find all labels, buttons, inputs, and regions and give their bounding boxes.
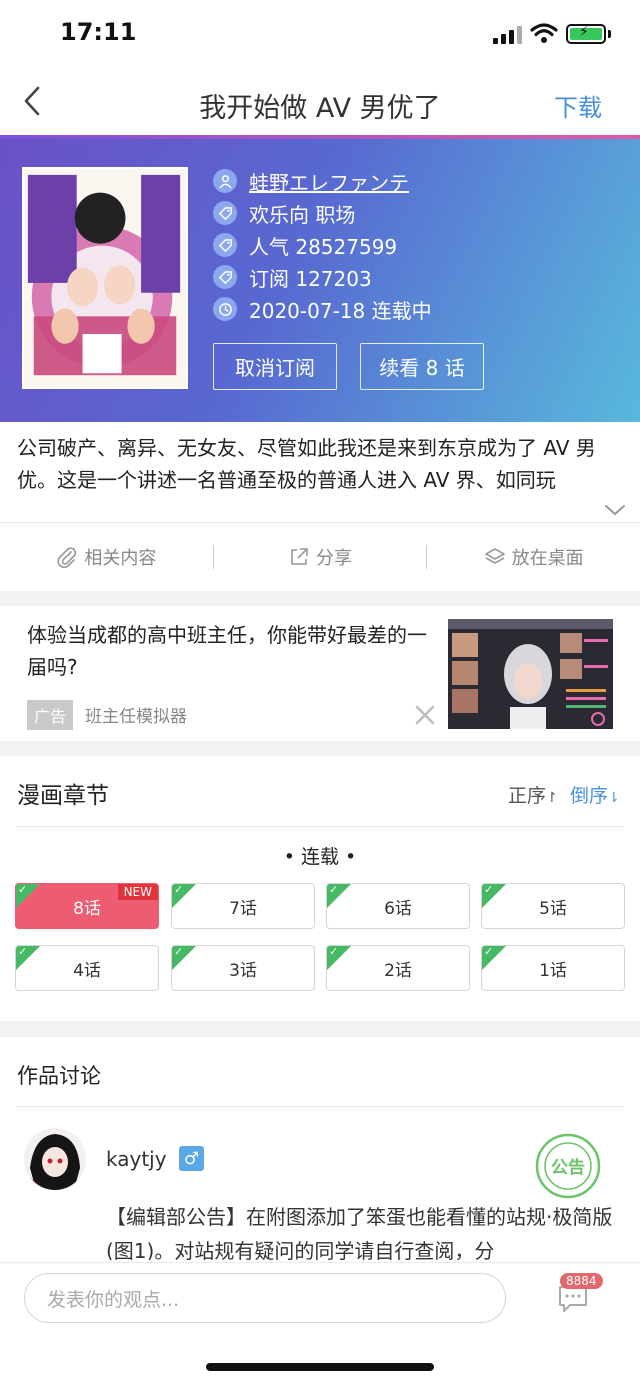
comment-input[interactable]: 发表你的观点... [24, 1273, 506, 1323]
section-gap [0, 1021, 640, 1037]
chapter-button[interactable]: 5话 [481, 883, 625, 929]
paperclip-icon [57, 547, 77, 568]
male-icon: ♂ [179, 1146, 204, 1171]
divider [16, 1106, 624, 1107]
serial-status: • 连载 • [283, 846, 357, 868]
svg-text:公告: 公告 [551, 1157, 585, 1178]
continue-reading-button[interactable]: 续看 8 话 [360, 343, 484, 390]
update-text: 2020-07-18 连载中 [249, 298, 432, 323]
desktop-label: 放在桌面 [511, 548, 584, 569]
subscriptions-row: 订阅 127203 [213, 262, 372, 292]
section-gap [0, 741, 640, 756]
chapter-button[interactable]: 1话 [481, 945, 625, 991]
comment-text[interactable]: 【编辑部公告】在附图添加了笨蛋也能看懂的站规·极简版 (图1)。对站规有疑问的同… [106, 1200, 616, 1260]
chevron-down-icon[interactable] [604, 503, 626, 517]
tag-icon [213, 265, 237, 289]
battery-tip [608, 30, 611, 38]
home-indicator [206, 1363, 434, 1371]
read-check-icon [482, 946, 506, 970]
ad-headline[interactable]: 体验当成都的高中班主任，你能带好最差的一届吗? [27, 619, 427, 683]
signal-icon [493, 26, 523, 44]
read-check-icon [482, 884, 506, 908]
related-label: 相关内容 [84, 548, 157, 569]
share-icon [291, 548, 308, 565]
comic-cover[interactable] [22, 167, 188, 389]
wifi-icon [530, 23, 558, 43]
chapter-label: 2话 [384, 960, 412, 981]
genre-row: 欢乐向 职场 [213, 198, 355, 228]
chapter-label: 1话 [539, 960, 567, 981]
order-asc-label: 正序 [508, 785, 547, 807]
nav-bar: 我开始做 AV 男优了 下载 [0, 70, 640, 136]
subscriptions-text: 订阅 127203 [249, 266, 372, 291]
clock-icon [213, 297, 237, 321]
read-check-icon [16, 884, 40, 908]
share-label: 分享 [316, 548, 352, 569]
chapter-button[interactable]: 6话 [326, 883, 470, 929]
author-row[interactable]: 蛙野エレファンテ [213, 166, 409, 196]
discussion-title: 作品讨论 [17, 1064, 101, 1088]
download-button[interactable]: 下载 [554, 88, 602, 123]
genre-text: 欢乐向 职场 [249, 202, 356, 227]
ad-badge: 广告 [27, 700, 74, 730]
new-badge: NEW [117, 884, 158, 900]
close-icon[interactable] [413, 703, 437, 727]
chapter-button[interactable]: NEW 8话 [15, 883, 159, 929]
sort-arrow-icon: ↾ [546, 790, 558, 806]
popularity-text: 人气 28527599 [249, 234, 398, 259]
chapter-button[interactable]: 7话 [171, 883, 315, 929]
avatar[interactable] [24, 1128, 86, 1190]
chapter-label: 3话 [229, 960, 257, 981]
read-check-icon [172, 946, 196, 970]
status-time: 17:11 [60, 18, 137, 46]
chapter-label: 5话 [539, 898, 567, 919]
comic-description[interactable]: 公司破产、离异、无女友、尽管如此我还是来到东京成为了 AV 男优。这是一个讲述一… [17, 432, 627, 498]
related-content-button[interactable]: 相关内容 [0, 544, 213, 570]
chapter-button[interactable]: 4话 [15, 945, 159, 991]
ad-image[interactable] [448, 619, 613, 729]
chapter-button[interactable]: 3话 [171, 945, 315, 991]
order-descending-button[interactable]: 倒序⇂ [570, 781, 620, 808]
popularity-row: 人气 28527599 [213, 230, 397, 260]
order-desc-label: 倒序 [570, 785, 609, 807]
author-link[interactable]: 蛙野エレファンテ [249, 167, 409, 196]
chapter-button[interactable]: 2话 [326, 945, 470, 991]
action-bar: 相关内容 分享 放在桌面 [0, 523, 640, 591]
read-check-icon [327, 884, 351, 908]
chapter-label: 8话 [73, 898, 101, 919]
unsubscribe-button[interactable]: 取消订阅 [213, 343, 337, 390]
username[interactable]: kaytjy [106, 1147, 167, 1171]
share-button[interactable]: 分享 [214, 544, 427, 570]
announcement-stamp-icon: 公告 [535, 1133, 601, 1199]
tag-icon [213, 201, 237, 225]
comment-count-badge: 8884 [560, 1273, 603, 1289]
tag-icon [213, 233, 237, 257]
read-check-icon [327, 946, 351, 970]
section-gap [0, 591, 640, 606]
page-title: 我开始做 AV 男优了 [199, 93, 441, 124]
sort-arrow-icon: ⇂ [608, 790, 620, 806]
order-ascending-button[interactable]: 正序↾ [508, 781, 558, 808]
status-bar: 17:11 [0, 0, 640, 70]
battery-icon [566, 24, 606, 44]
chapter-label: 4话 [73, 960, 101, 981]
person-icon [213, 169, 237, 193]
read-check-icon [16, 946, 40, 970]
read-check-icon [172, 884, 196, 908]
update-row: 2020-07-18 连载中 [213, 294, 432, 324]
layers-icon [484, 548, 505, 564]
add-to-desktop-button[interactable]: 放在桌面 [427, 544, 640, 570]
ad-source: 班主任模拟器 [85, 707, 187, 727]
chapters-title: 漫画章节 [17, 783, 109, 809]
chapter-label: 6话 [384, 898, 412, 919]
chapter-label: 7话 [229, 898, 257, 919]
comic-header: 蛙野エレファンテ 欢乐向 职场 人气 28527599 订阅 127203 20… [0, 139, 640, 422]
divider [16, 826, 624, 827]
